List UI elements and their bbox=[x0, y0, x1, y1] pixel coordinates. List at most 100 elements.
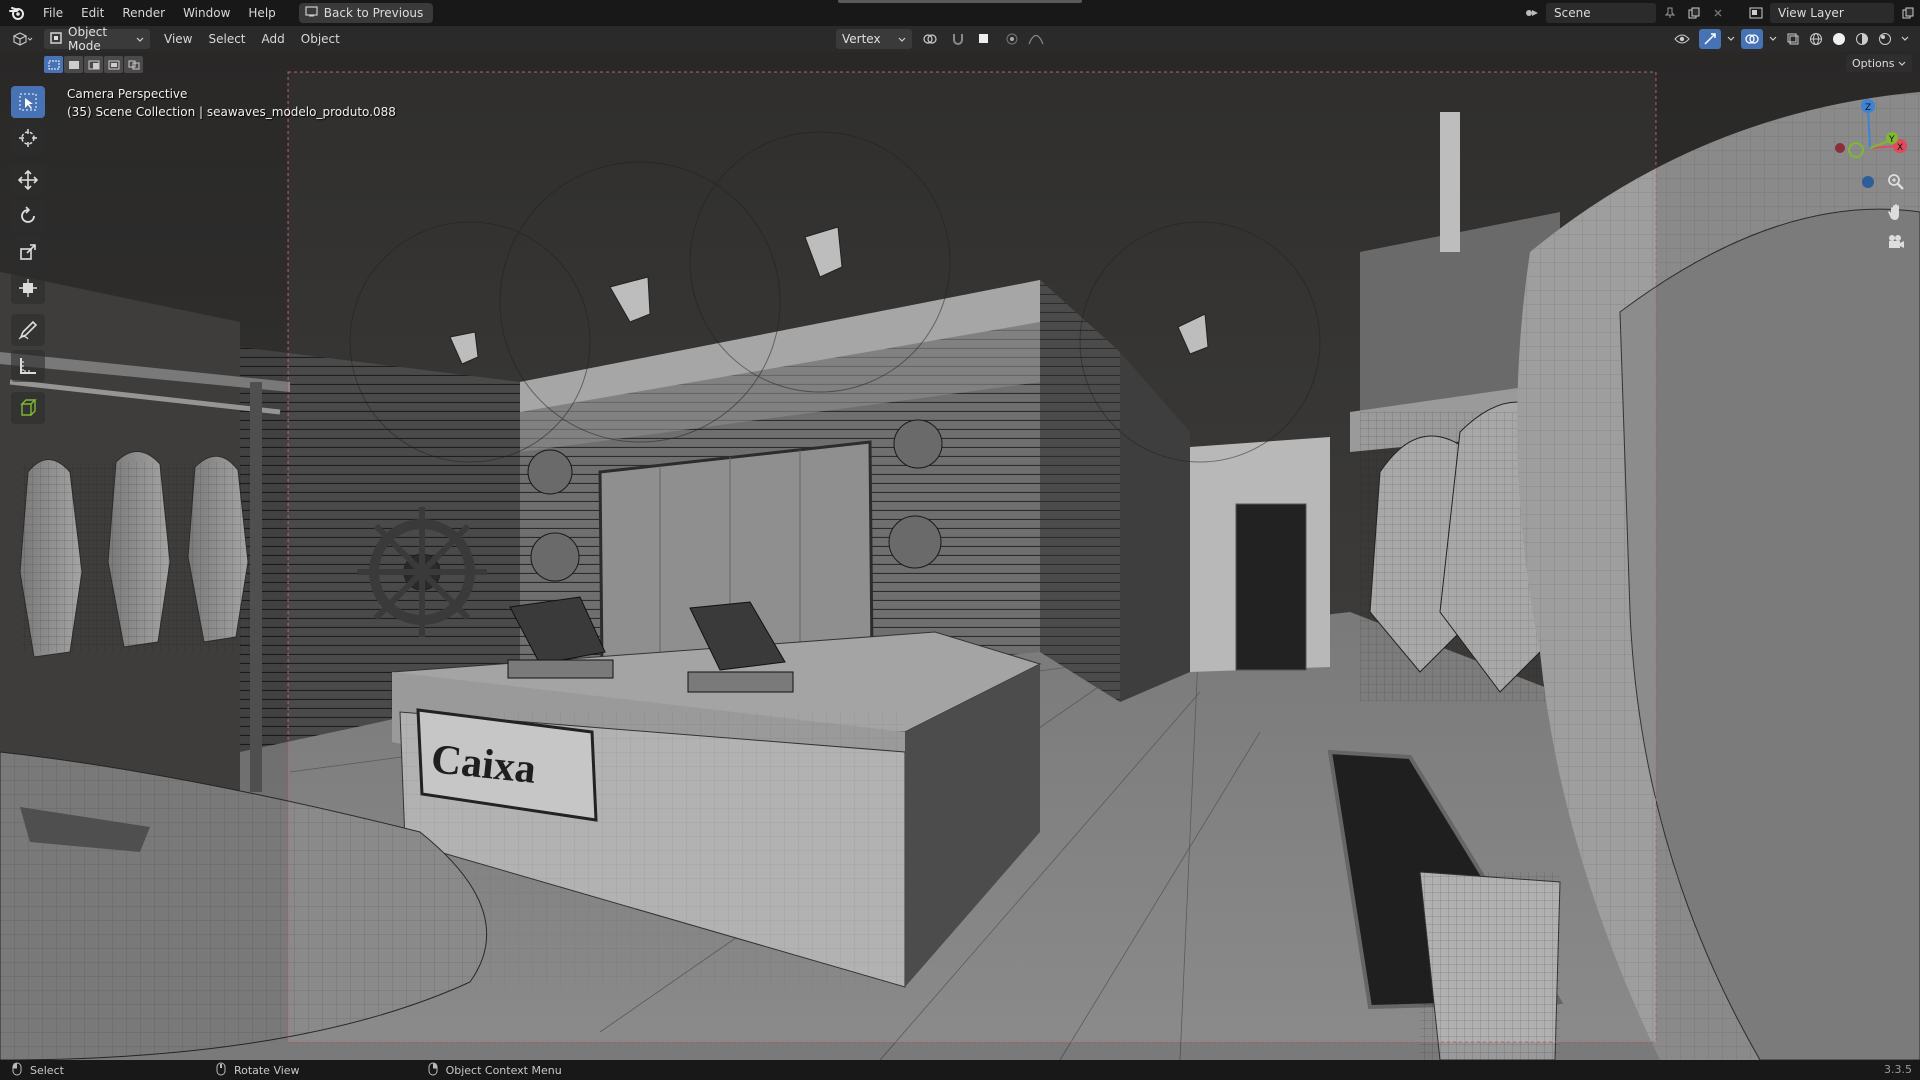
scene-icon[interactable] bbox=[1522, 3, 1542, 23]
menu-window[interactable]: Window bbox=[174, 0, 239, 26]
move-tool[interactable] bbox=[11, 164, 45, 196]
delete-scene-icon[interactable] bbox=[1708, 3, 1728, 23]
gizmo-toggle-icon[interactable] bbox=[1699, 29, 1721, 49]
top-bar: File Edit Render Window Help Back to Pre… bbox=[0, 0, 1920, 26]
cursor-tool[interactable] bbox=[11, 122, 45, 154]
chevron-down-icon bbox=[136, 32, 144, 46]
menu-view[interactable]: View bbox=[156, 26, 200, 52]
view-layer-field[interactable]: View Layer bbox=[1770, 3, 1894, 23]
svg-text:Y: Y bbox=[1888, 135, 1895, 145]
status-rotate-text: Rotate View bbox=[233, 1063, 300, 1077]
scene-name-field[interactable]: Scene bbox=[1546, 3, 1656, 23]
snap-magnet-icon[interactable] bbox=[948, 29, 968, 49]
chevron-down-icon bbox=[1898, 57, 1906, 70]
status-context-menu-text: Object Context Menu bbox=[445, 1063, 562, 1077]
menu-select[interactable]: Select bbox=[200, 26, 253, 52]
view-name-text: Camera Perspective bbox=[67, 87, 188, 101]
3d-viewport[interactable]: Caixa Options Camera Perspective (35) Sc… bbox=[0, 52, 1920, 1060]
measure-icon bbox=[20, 358, 36, 374]
status-rotate: Rotate View bbox=[216, 1062, 300, 1079]
back-to-previous-button[interactable]: Back to Previous bbox=[298, 3, 434, 23]
select-invert-icon[interactable] bbox=[104, 56, 123, 73]
material-shading-icon[interactable] bbox=[1852, 29, 1872, 49]
scale-tool[interactable] bbox=[11, 236, 45, 268]
options-label: Options bbox=[1852, 56, 1895, 70]
object-mode-dropdown[interactable]: Object Mode bbox=[44, 25, 150, 53]
status-bar: Select Rotate View Object Context Menu 3… bbox=[0, 1060, 1920, 1080]
zoom-icon[interactable] bbox=[1882, 168, 1910, 196]
mouse-right-icon bbox=[428, 1062, 438, 1079]
proportional-edit-icon[interactable] bbox=[1002, 29, 1022, 49]
wireframe-shading-icon[interactable] bbox=[1806, 29, 1826, 49]
xray-toggle-icon[interactable] bbox=[1783, 29, 1803, 49]
view-layer-text: View Layer bbox=[1778, 6, 1844, 20]
chevron-down-icon[interactable] bbox=[1766, 29, 1780, 49]
options-dropdown[interactable]: Options bbox=[1846, 54, 1913, 72]
menu-file[interactable]: File bbox=[34, 0, 72, 26]
transform-icon bbox=[19, 279, 37, 297]
falloff-icon[interactable] bbox=[1026, 29, 1046, 49]
add-cube-icon bbox=[20, 399, 37, 416]
new-scene-icon[interactable] bbox=[1684, 3, 1704, 23]
view-layer-icon[interactable] bbox=[1746, 3, 1766, 23]
viewport-header: Object Mode View Select Add Object Verte… bbox=[0, 25, 1920, 53]
axis-neg-z-icon bbox=[1862, 176, 1874, 188]
select-subtract-icon[interactable] bbox=[84, 56, 103, 73]
svg-text:X: X bbox=[1897, 143, 1903, 153]
editor-type-icon[interactable] bbox=[0, 32, 44, 46]
menu-render[interactable]: Render bbox=[113, 0, 174, 26]
rotate-icon bbox=[21, 206, 35, 223]
menu-add[interactable]: Add bbox=[254, 26, 293, 52]
scale-icon bbox=[20, 244, 36, 260]
select-new-icon[interactable] bbox=[44, 56, 63, 73]
visibility-icon[interactable] bbox=[1668, 29, 1696, 49]
object-mode-icon bbox=[50, 31, 62, 47]
status-select-text: Select bbox=[30, 1063, 64, 1077]
snap-target-label: Vertex bbox=[842, 32, 881, 46]
cursor-icon bbox=[19, 129, 37, 147]
ship-wheel-decor bbox=[357, 507, 487, 637]
transform-tool[interactable] bbox=[11, 272, 45, 304]
tool-shelf bbox=[11, 86, 45, 428]
menu-help[interactable]: Help bbox=[239, 0, 284, 26]
solid-shading-icon[interactable] bbox=[1829, 29, 1849, 49]
menu-object[interactable]: Object bbox=[293, 26, 348, 52]
select-intersect-icon[interactable] bbox=[124, 56, 143, 73]
blender-logo-icon[interactable] bbox=[0, 0, 34, 26]
chevron-down-icon[interactable] bbox=[1724, 29, 1738, 49]
camera-icon[interactable] bbox=[1882, 228, 1910, 256]
transform-tools-group: Vertex bbox=[836, 29, 1046, 49]
snap-target-dropdown[interactable]: Vertex bbox=[836, 29, 912, 49]
snap-element-icon[interactable] bbox=[972, 29, 998, 49]
mouse-left-icon bbox=[12, 1062, 22, 1079]
selection-mode-buttons bbox=[44, 56, 143, 73]
version-label: 3.3.5 bbox=[1884, 1063, 1912, 1076]
collection-info-text: (35) Scene Collection | seawaves_modelo_… bbox=[67, 105, 396, 119]
select-cursor-icon bbox=[19, 93, 37, 111]
hand-icon[interactable] bbox=[1882, 198, 1910, 226]
screen-icon bbox=[305, 6, 318, 20]
pivot-point-icon[interactable] bbox=[916, 29, 944, 49]
add-cube-tool[interactable] bbox=[11, 392, 45, 424]
move-icon bbox=[18, 170, 38, 190]
annotate-tool[interactable] bbox=[11, 314, 45, 346]
object-mode-label: Object Mode bbox=[68, 25, 108, 53]
status-context-menu: Object Context Menu bbox=[428, 1062, 562, 1079]
overlays-toggle-icon[interactable] bbox=[1741, 29, 1763, 49]
svg-text:Z: Z bbox=[1865, 103, 1871, 113]
new-view-layer-icon[interactable] bbox=[1898, 3, 1918, 23]
mouse-middle-icon bbox=[216, 1062, 226, 1079]
rotate-tool[interactable] bbox=[11, 200, 45, 232]
measure-tool[interactable] bbox=[11, 350, 45, 382]
select-box-tool[interactable] bbox=[11, 86, 45, 118]
chevron-down-icon[interactable] bbox=[1898, 29, 1912, 49]
scene-selector-group: Scene View Layer bbox=[1522, 3, 1920, 23]
menu-edit[interactable]: Edit bbox=[72, 0, 113, 26]
scene-name-text: Scene bbox=[1554, 6, 1591, 20]
rendered-shading-icon[interactable] bbox=[1875, 29, 1895, 49]
status-select: Select bbox=[12, 1062, 64, 1079]
scene-render: Caixa bbox=[0, 52, 1920, 1060]
pin-icon[interactable] bbox=[1660, 3, 1680, 23]
axis-neg-y-icon bbox=[1848, 142, 1864, 158]
select-extend-icon[interactable] bbox=[64, 56, 83, 73]
